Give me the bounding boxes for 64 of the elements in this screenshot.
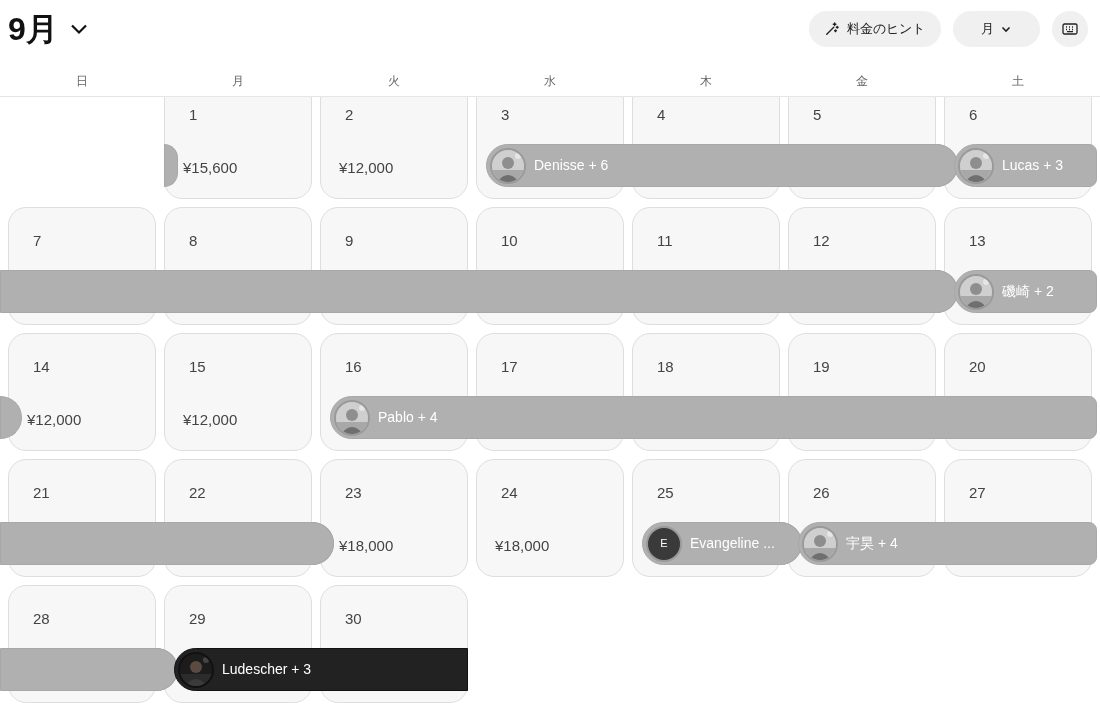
day-number: 17 (501, 357, 518, 377)
magic-wand-icon (825, 22, 839, 36)
nightly-price: ¥18,000 (495, 536, 550, 556)
day-number: 5 (813, 105, 822, 125)
month-picker[interactable]: 9月 (8, 5, 88, 53)
day-number: 20 (969, 357, 986, 377)
day-number: 18 (657, 357, 674, 377)
weekday-label: 土 (1011, 73, 1025, 90)
guest-name: Denisse + 6 (534, 156, 609, 175)
day-number: 3 (501, 105, 510, 125)
day-number: 11 (657, 231, 673, 251)
day-number: 23 (345, 483, 362, 503)
day-number: 16 (345, 357, 362, 377)
booking-bar[interactable] (0, 522, 334, 565)
keyboard-shortcuts-button[interactable] (1052, 11, 1088, 47)
booking-bar[interactable] (0, 270, 958, 313)
day-number: 6 (969, 105, 978, 125)
day-number: 25 (657, 483, 674, 503)
guest-name: Pablo + 4 (378, 408, 438, 427)
guest-name: Lucas + 3 (1002, 156, 1064, 175)
day-number: 14 (33, 357, 50, 377)
nightly-price: ¥12,000 (339, 158, 394, 178)
guest-name: Evangeline ... (690, 534, 775, 553)
day-number: 2 (345, 105, 354, 125)
guest-name: 磯崎 + 2 (1002, 282, 1054, 301)
day-number: 24 (501, 483, 518, 503)
nightly-price: ¥12,000 (27, 410, 82, 430)
price-tips-button[interactable]: 料金のヒント (809, 11, 941, 47)
booking-bar[interactable]: Ludescher + 3 (174, 648, 468, 691)
day-number: 7 (33, 231, 42, 251)
booking-bar[interactable]: E Evangeline ... (642, 522, 802, 565)
nightly-price: ¥12,000 (183, 410, 238, 430)
weekday-label: 火 (387, 73, 401, 90)
booking-bar[interactable] (164, 144, 178, 187)
day-number: 10 (501, 231, 518, 251)
weekday-label: 木 (699, 73, 713, 90)
day-number: 15 (189, 357, 206, 377)
day-number: 4 (657, 105, 666, 125)
day-number: 26 (813, 483, 830, 503)
day-number: 29 (189, 609, 206, 629)
weekday-label: 月 (231, 73, 245, 90)
day-number: 12 (813, 231, 830, 251)
day-number: 28 (33, 609, 50, 629)
nightly-price: ¥15,600 (183, 158, 238, 178)
day-number: 13 (969, 231, 986, 251)
keyboard-icon (1062, 23, 1078, 35)
booking-bar[interactable] (0, 648, 178, 691)
weekday-label: 日 (75, 73, 89, 90)
view-select-button[interactable]: 月 (953, 11, 1040, 47)
weekday-label: 金 (855, 73, 869, 90)
day-number: 1 (189, 105, 198, 125)
guest-name: 宇昊 + 4 (846, 534, 898, 553)
day-number: 8 (189, 231, 198, 251)
weekday-label: 水 (543, 73, 557, 90)
chevron-down-icon (69, 23, 88, 35)
day-number: 27 (969, 483, 986, 503)
guest-name: Ludescher + 3 (222, 660, 312, 679)
day-number: 19 (813, 357, 830, 377)
day-number: 22 (189, 483, 206, 503)
nightly-price: ¥18,000 (339, 536, 394, 556)
day-number: 21 (33, 483, 50, 503)
day-number: 9 (345, 231, 354, 251)
avatar-initial: E (646, 525, 682, 562)
day-number: 30 (345, 609, 362, 629)
